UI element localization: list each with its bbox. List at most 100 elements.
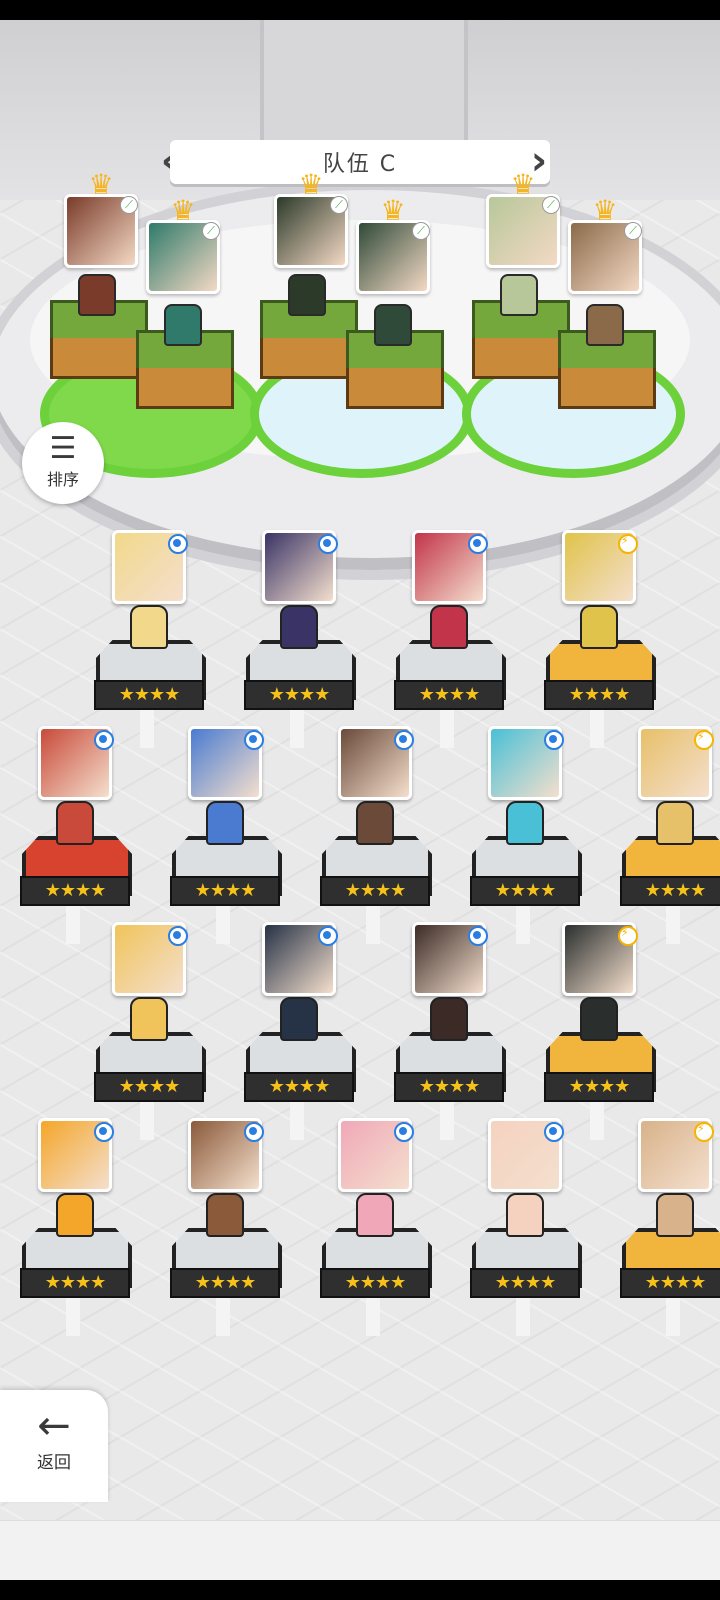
nature-element-icon: ⟋ (412, 222, 430, 240)
hero-sprite (580, 605, 618, 649)
hero-card[interactable]: ★★★★ (20, 1118, 132, 1336)
light-element-icon (618, 926, 638, 946)
hero-sprite (56, 801, 94, 845)
nature-element-icon: ⟋ (542, 196, 560, 214)
team-slot-2[interactable]: ♛ ⟋ ♛ ⟋ (250, 171, 473, 478)
hero-sprite (430, 997, 468, 1041)
star-rating: ★★★★ (244, 680, 354, 710)
hero-card[interactable]: ★★★★ (470, 726, 582, 944)
pedestal-pole (216, 1296, 230, 1336)
pedestal-pole (290, 708, 304, 748)
crown-icon: ♛ (592, 194, 618, 227)
hero-sprite[interactable] (288, 274, 326, 316)
water-element-icon (394, 1122, 414, 1142)
nature-element-icon: ⟋ (624, 222, 642, 240)
hero-card[interactable]: ★★★★ (394, 922, 506, 1140)
hero-card[interactable]: ★★★★ (170, 1118, 282, 1336)
hero-sprite[interactable] (374, 304, 412, 346)
water-element-icon (168, 926, 188, 946)
hero-card[interactable]: ★★★★ (320, 726, 432, 944)
hero-sprite (506, 1193, 544, 1237)
hero-sprite[interactable] (586, 304, 624, 346)
hero-card[interactable]: ★★★★ (620, 726, 720, 944)
star-rating: ★★★★ (620, 876, 720, 906)
hero-card[interactable]: ★★★★ (320, 1118, 432, 1336)
pedestal-pole (590, 708, 604, 748)
hero-sprite (506, 801, 544, 845)
star-rating: ★★★★ (320, 1268, 430, 1298)
hero-sprite[interactable] (500, 274, 538, 316)
hero-sprite (130, 997, 168, 1041)
light-element-icon (694, 1122, 714, 1142)
star-rating: ★★★★ (170, 1268, 280, 1298)
hero-sprite (430, 605, 468, 649)
hero-card[interactable]: ★★★★ (94, 922, 206, 1140)
hero-card[interactable]: ★★★★ (620, 1118, 720, 1336)
sort-button[interactable]: ☰ 排序 (22, 422, 104, 504)
hero-sprite (656, 1193, 694, 1237)
hero-sprite (280, 605, 318, 649)
star-rating: ★★★★ (170, 876, 280, 906)
water-element-icon (318, 926, 338, 946)
hero-sprite (356, 1193, 394, 1237)
water-element-icon (94, 1122, 114, 1142)
sort-label: 排序 (46, 470, 79, 489)
hero-sprite[interactable] (78, 274, 116, 316)
pedestal-pole (140, 1100, 154, 1140)
bottom-bar (0, 1520, 720, 1581)
pedestal-pole (440, 708, 454, 748)
fire-element-icon (94, 730, 114, 750)
pedestal-pole (216, 904, 230, 944)
star-rating: ★★★★ (244, 1072, 354, 1102)
star-rating: ★★★★ (20, 876, 130, 906)
crown-icon: ♛ (380, 194, 406, 227)
hero-sprite (280, 997, 318, 1041)
light-element-icon (618, 534, 638, 554)
hero-card[interactable]: ★★★★ (20, 726, 132, 944)
back-button[interactable]: ← 返回 (0, 1390, 108, 1502)
team-edit-screen: ‹ 队伍 C › ♛⟋♛⟋♛⟋♛⟋♛⟋♛⟋ ☰ 排序 ★★★★★★★★★★★★★… (0, 0, 720, 1600)
hero-sprite[interactable] (164, 304, 202, 346)
hero-sprite (56, 1193, 94, 1237)
light-element-icon (694, 730, 714, 750)
star-rating: ★★★★ (94, 680, 204, 710)
nature-element-icon: ⟋ (202, 222, 220, 240)
hero-card[interactable]: ★★★★ (244, 530, 356, 748)
crown-icon: ♛ (298, 168, 324, 201)
team-slot-3[interactable]: ♛ ⟋ ♛ ⟋ (462, 171, 685, 478)
water-element-icon (544, 1122, 564, 1142)
hero-sprite (206, 801, 244, 845)
star-rating: ★★★★ (470, 876, 580, 906)
team-title-banner: 队伍 C (170, 140, 550, 184)
water-element-icon (394, 730, 414, 750)
pedestal-pole (516, 1296, 530, 1336)
star-rating: ★★★★ (544, 680, 654, 710)
hero-card[interactable]: ★★★★ (244, 922, 356, 1140)
status-bar (0, 0, 720, 20)
star-rating: ★★★★ (394, 680, 504, 710)
water-element-icon (318, 534, 338, 554)
hero-card[interactable]: ★★★★ (394, 530, 506, 748)
pedestal-pole (290, 1100, 304, 1140)
back-arrow-icon: ← (37, 1403, 71, 1449)
hero-sprite (580, 997, 618, 1041)
nature-element-icon: ⟋ (120, 196, 138, 214)
hero-card[interactable]: ★★★★ (544, 922, 656, 1140)
star-rating: ★★★★ (320, 876, 430, 906)
star-rating: ★★★★ (544, 1072, 654, 1102)
hero-card[interactable]: ★★★★ (470, 1118, 582, 1336)
hero-sprite (656, 801, 694, 845)
pedestal-pole (140, 708, 154, 748)
pedestal-pole (440, 1100, 454, 1140)
pedestal-pole (666, 1296, 680, 1336)
hero-card[interactable]: ★★★★ (170, 726, 282, 944)
team-title: 队伍 C (322, 152, 398, 177)
hero-sprite (356, 801, 394, 845)
hero-card[interactable]: ★★★★ (94, 530, 206, 748)
star-rating: ★★★★ (394, 1072, 504, 1102)
water-element-icon (244, 730, 264, 750)
star-rating: ★★★★ (470, 1268, 580, 1298)
water-element-icon (168, 534, 188, 554)
hero-card[interactable]: ★★★★ (544, 530, 656, 748)
pedestal-pole (66, 904, 80, 944)
